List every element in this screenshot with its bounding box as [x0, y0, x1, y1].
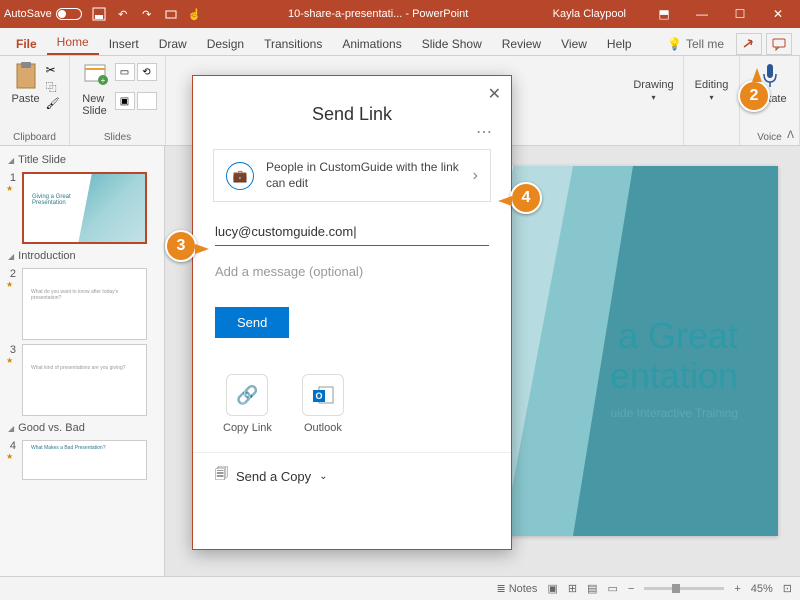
callout-3: 3	[165, 230, 197, 262]
dialog-title: Send Link	[193, 76, 511, 133]
section-good-vs-bad[interactable]: Good vs. Bad	[6, 418, 164, 438]
tab-animations[interactable]: Animations	[332, 33, 411, 55]
animation-star-icon: ★	[6, 184, 16, 193]
animation-star-icon: ★	[6, 356, 16, 365]
slide-title: a Great entation	[610, 316, 738, 395]
tab-design[interactable]: Design	[197, 33, 254, 55]
tab-help[interactable]: Help	[597, 33, 642, 55]
zoom-slider[interactable]	[644, 587, 724, 590]
new-slide-icon: +	[81, 61, 109, 91]
svg-text:+: +	[100, 76, 105, 85]
autosave-toggle[interactable]: AutoSave	[4, 8, 82, 20]
tab-review[interactable]: Review	[492, 33, 551, 55]
thumb-number: 3	[6, 344, 16, 356]
new-slide-button[interactable]: + New Slide	[79, 59, 111, 119]
layout-icon[interactable]: ▭	[115, 63, 135, 81]
permission-text: People in CustomGuide with the link can …	[266, 160, 461, 191]
reset-icon[interactable]: ⟲	[137, 63, 157, 81]
close-icon[interactable]: ✕	[760, 0, 796, 28]
section-icon[interactable]: ▣	[115, 92, 135, 110]
fit-window-icon[interactable]: ⊡	[783, 582, 792, 595]
comments-button[interactable]	[766, 33, 792, 55]
slide-thumbnails: Title Slide 1★ Giving a Great Presentati…	[0, 146, 165, 576]
sorter-view-icon[interactable]: ⊞	[568, 582, 577, 595]
redo-icon[interactable]: ↷	[138, 5, 156, 23]
lightbulb-icon: 💡	[667, 37, 682, 51]
copy-link-button[interactable]: 🔗 Copy Link	[223, 374, 272, 434]
send-a-copy-button[interactable]: 🗐 Send a Copy ⌄	[193, 452, 511, 499]
callout-2: 2	[738, 80, 770, 112]
slide-thumb-4[interactable]: What Makes a Bad Presentation?	[22, 440, 147, 480]
notes-button[interactable]: ≣ Notes	[496, 582, 537, 595]
window-options-icon[interactable]: ⬒	[646, 0, 682, 28]
link-icon: 🔗	[226, 374, 268, 416]
tab-draw[interactable]: Draw	[149, 33, 197, 55]
chevron-right-icon: ›	[473, 167, 478, 185]
outlook-icon: O	[302, 374, 344, 416]
section-title-slide[interactable]: Title Slide	[6, 150, 164, 170]
status-bar: ≣ Notes ▣ ⊞ ▤ ▭ − + 45% ⊡	[0, 576, 800, 600]
minimize-icon[interactable]: —	[684, 0, 720, 28]
slideshow-view-icon[interactable]: ▭	[607, 582, 617, 595]
copy-icon[interactable]: ⿻	[46, 79, 60, 95]
svg-text:O: O	[315, 391, 322, 401]
ribbon-tabs: File Home Insert Draw Design Transitions…	[0, 28, 800, 56]
titlebar: AutoSave ↶ ↷ ☝ 10-share-a-presentati... …	[0, 0, 800, 28]
slide-subtitle: uide Interactive Training	[611, 406, 738, 420]
slide-thumb-2[interactable]: What do you want to know after today's p…	[22, 268, 147, 340]
paste-button[interactable]: Paste	[9, 59, 41, 110]
maximize-icon[interactable]: ☐	[722, 0, 758, 28]
thumb-number: 2	[6, 268, 16, 280]
normal-view-icon[interactable]: ▣	[547, 582, 557, 595]
slide-thumb-3[interactable]: What kind of presentations are you givin…	[22, 344, 147, 416]
thumb-number: 4	[6, 440, 16, 452]
drawing-button[interactable]: Drawing▾	[631, 77, 675, 104]
title-center: 10-share-a-presentati... - PowerPoint	[204, 8, 553, 20]
editing-button[interactable]: Editing▾	[693, 77, 731, 104]
send-link-dialog: ✕ Send Link ⋯ 💼 People in CustomGuide wi…	[192, 75, 512, 550]
undo-icon[interactable]: ↶	[114, 5, 132, 23]
cut-icon[interactable]: ✂	[46, 63, 60, 77]
tab-transitions[interactable]: Transitions	[254, 33, 332, 55]
clipboard-icon	[12, 61, 40, 91]
tab-home[interactable]: Home	[47, 31, 99, 55]
outlook-button[interactable]: O Outlook	[302, 374, 344, 434]
animation-star-icon: ★	[6, 280, 16, 289]
link-permissions-button[interactable]: 💼 People in CustomGuide with the link ca…	[213, 149, 491, 202]
tab-view[interactable]: View	[551, 33, 597, 55]
user-name[interactable]: Kayla Claypool	[553, 8, 626, 20]
message-input[interactable]: Add a message (optional)	[215, 264, 489, 279]
email-input[interactable]: lucy@customguide.com	[215, 218, 489, 246]
group-label-voice: Voice	[757, 132, 781, 145]
tell-me[interactable]: 💡Tell me	[657, 33, 734, 55]
reading-view-icon[interactable]: ▤	[587, 582, 597, 595]
page-icon: 🗐	[215, 465, 228, 487]
dialog-close-button[interactable]: ✕	[488, 84, 501, 104]
group-label-slides: Slides	[104, 132, 131, 145]
collapse-ribbon-icon[interactable]: ᐱ	[787, 130, 794, 141]
send-button[interactable]: Send	[215, 307, 289, 338]
slide-thumb-1[interactable]: Giving a Great Presentation	[22, 172, 147, 244]
tab-file[interactable]: File	[6, 33, 47, 55]
chevron-down-icon: ⌄	[319, 471, 327, 482]
zoom-out-button[interactable]: −	[628, 583, 634, 595]
format-painter-icon[interactable]: 🖌	[46, 97, 60, 110]
section-introduction[interactable]: Introduction	[6, 246, 164, 266]
tab-slideshow[interactable]: Slide Show	[412, 33, 492, 55]
touch-icon[interactable]: ☝	[186, 5, 204, 23]
zoom-label[interactable]: 45%	[751, 583, 773, 595]
zoom-in-button[interactable]: +	[734, 583, 740, 595]
save-icon[interactable]	[90, 5, 108, 23]
share-button[interactable]	[736, 33, 762, 55]
dialog-more-icon[interactable]: ⋯	[476, 122, 493, 142]
animation-star-icon: ★	[6, 452, 16, 461]
briefcase-icon: 💼	[226, 162, 254, 190]
group-label-clipboard: Clipboard	[13, 132, 56, 145]
start-icon[interactable]	[162, 5, 180, 23]
thumb-number: 1	[6, 172, 16, 184]
tab-insert[interactable]: Insert	[99, 33, 149, 55]
callout-4: 4	[510, 182, 542, 214]
